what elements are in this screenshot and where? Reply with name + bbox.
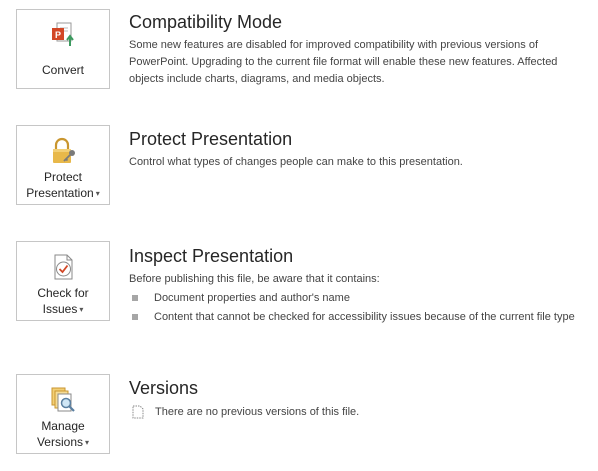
manage-versions-button[interactable]: Manage Versions ▾ bbox=[16, 374, 110, 454]
inspect-heading: Inspect Presentation bbox=[129, 246, 294, 266]
check-label-line2: Issues bbox=[42, 302, 78, 316]
protect-label-line2-wrap: Presentation ▾ bbox=[17, 185, 109, 202]
bullet-square-icon bbox=[132, 295, 138, 301]
chevron-down-icon: ▾ bbox=[85, 438, 90, 447]
inspect-section: Check for Issues ▾ Inspect Presentation B… bbox=[0, 232, 598, 352]
manage-versions-icon bbox=[48, 385, 78, 415]
protect-presentation-button[interactable]: Protect Presentation ▾ bbox=[16, 125, 110, 205]
versions-description: There are no previous versions of this f… bbox=[155, 406, 360, 418]
protect-heading: Protect Presentation bbox=[129, 129, 293, 149]
protect-section: Protect Presentation ▾ Protect Presentati… bbox=[0, 115, 598, 215]
check-document-icon bbox=[48, 252, 78, 282]
inspect-item-1: Document properties and author's name bbox=[154, 292, 350, 304]
protect-label-line1: Protect bbox=[43, 170, 82, 184]
compatibility-heading: Compatibility Mode bbox=[129, 12, 283, 32]
manage-label-line2-wrap: Versions ▾ bbox=[17, 434, 109, 451]
protect-label-line2: Presentation bbox=[26, 186, 94, 200]
manage-label-line2: Versions bbox=[36, 435, 83, 449]
check-for-issues-button[interactable]: Check for Issues ▾ bbox=[16, 241, 110, 321]
check-label-line2-wrap: Issues ▾ bbox=[17, 301, 109, 318]
bullet-square-icon bbox=[132, 314, 138, 320]
compatibility-description: Some new features are disabled for impro… bbox=[129, 39, 558, 85]
inspect-description: Before publishing this file, be aware th… bbox=[129, 273, 380, 285]
protect-description: Control what types of changes people can… bbox=[129, 156, 463, 168]
versions-section: Manage Versions ▾ Versions There are no p… bbox=[0, 365, 598, 471]
versions-heading: Versions bbox=[129, 378, 199, 398]
chevron-down-icon: ▾ bbox=[95, 189, 100, 198]
check-label-line1: Check for bbox=[37, 286, 89, 300]
convert-button[interactable]: P Convert bbox=[16, 9, 110, 89]
document-versions-icon bbox=[131, 405, 145, 419]
lock-key-icon bbox=[48, 136, 78, 166]
convert-powerpoint-icon: P bbox=[48, 20, 78, 50]
convert-label: Convert bbox=[41, 63, 85, 77]
manage-label-line1: Manage bbox=[41, 419, 85, 433]
svg-text:P: P bbox=[55, 30, 61, 40]
compatibility-section: P Convert Compatibility Mode Some new fe… bbox=[0, 0, 598, 100]
chevron-down-icon: ▾ bbox=[79, 305, 84, 314]
inspect-item-2: Content that cannot be checked for acces… bbox=[154, 311, 575, 323]
